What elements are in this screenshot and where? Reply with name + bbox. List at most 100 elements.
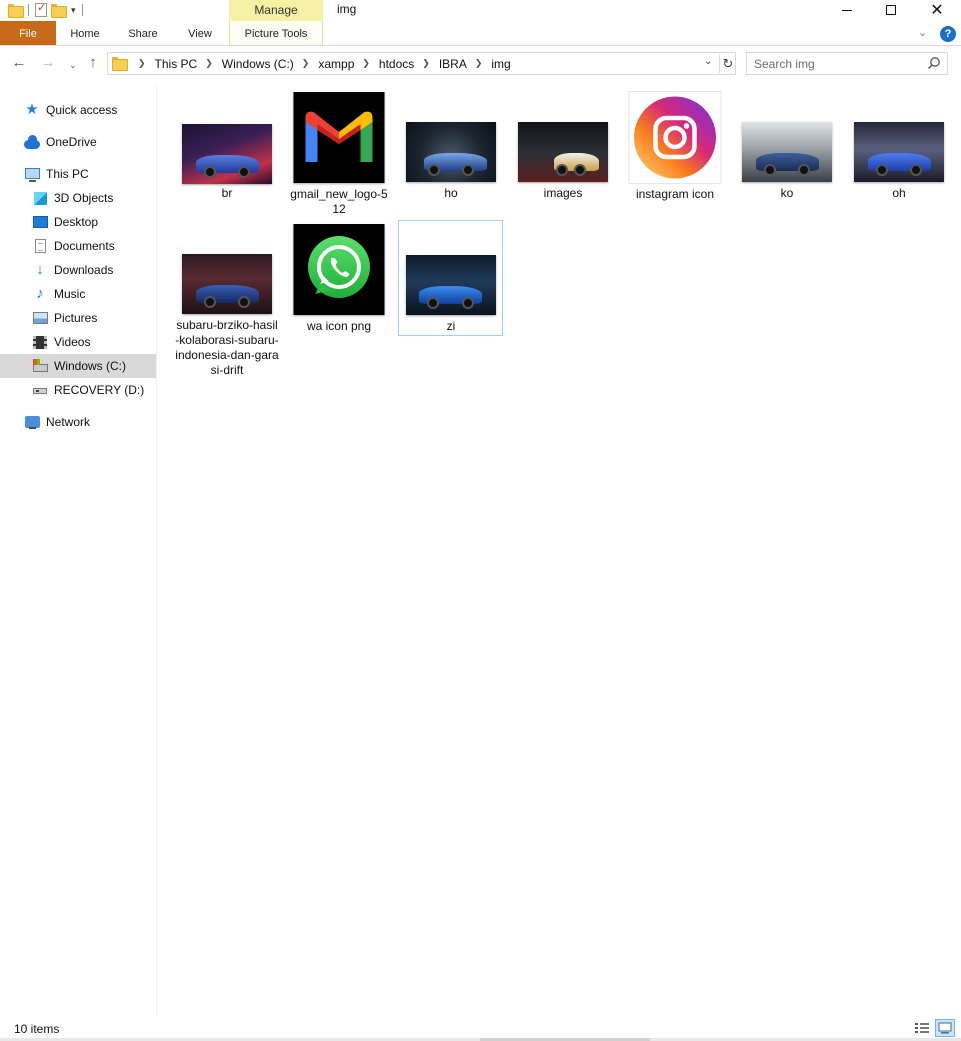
manage-contextual-tab[interactable]: Manage [229,0,323,21]
gmail-logo-thumbnail [293,92,385,183]
sidebar-item-label: Windows (C:) [54,359,127,373]
file-item[interactable]: gmail_new_logo-512 [287,92,391,222]
videos-icon [32,334,48,350]
forward-arrow-icon[interactable]: → [39,55,57,71]
breadcrumb-separator-icon[interactable]: ❯ [422,58,430,69]
search-icon[interactable] [927,56,941,70]
sidebar-item-label: RECOVERY (D:) [54,383,145,397]
minimize-button[interactable] [824,0,870,20]
search-input[interactable] [747,53,925,74]
sidebar-item-pictures[interactable]: Pictures [0,306,156,330]
drive-icon [32,358,48,374]
sidebar-item-label: 3D Objects [54,191,114,205]
sidebar-item-label: Pictures [54,311,98,325]
sidebar-item-recovery-d[interactable]: RECOVERY (D:) [0,378,156,402]
sidebar-item-downloads[interactable]: ↓ Downloads [0,258,156,282]
breadcrumb-separator-icon[interactable]: ❯ [205,58,213,69]
window-title: img [337,2,357,16]
file-item[interactable]: oh [847,92,951,204]
sidebar-item-windows-c[interactable]: Windows (C:) [0,354,156,378]
breadcrumb-separator-icon[interactable]: ❯ [302,58,310,69]
desktop-icon [32,214,48,230]
breadcrumb-item[interactable]: img [491,57,510,71]
close-icon: ✕ [930,2,944,19]
navigation-bar: ← → ⌄ ↑ ❯ This PC ❯ Windows (C:) ❯ xampp… [0,47,961,81]
sidebar-item-quick-access[interactable]: ★ Quick access [0,98,156,122]
breadcrumb-item[interactable]: xampp [318,57,354,71]
tab-view[interactable]: View [178,21,222,45]
address-history-chevron-icon[interactable]: ⌄ [704,56,712,67]
address-bar[interactable]: ❯ This PC ❯ Windows (C:) ❯ xampp ❯ htdoc… [107,52,736,75]
file-item[interactable]: ko [735,92,839,204]
refresh-icon[interactable]: ↻ [719,54,736,73]
breadcrumb-item[interactable]: This PC [155,57,198,71]
file-item[interactable]: br [175,92,279,204]
file-item[interactable]: images [511,92,615,204]
breadcrumb-item[interactable]: htdocs [379,57,414,71]
instagram-logo-thumbnail [629,92,721,183]
title-bar: ▾ Manage img ✕ [0,0,961,21]
large-icons-view-icon[interactable] [935,1019,955,1037]
sidebar-item-network[interactable]: Network [0,410,156,434]
tab-share[interactable]: Share [120,21,166,45]
tab-home[interactable]: Home [60,21,110,45]
search-box[interactable] [746,52,948,75]
maximize-button[interactable] [868,0,914,20]
navigation-pane: ★ Quick access OneDrive This PC 3D Objec… [0,86,157,1016]
car-photo-thumbnail [742,122,832,182]
expand-ribbon-chevron-icon[interactable]: ⌄ [918,26,927,39]
car-photo-thumbnail [182,254,272,314]
breadcrumb-item[interactable]: Windows (C:) [222,57,294,71]
tab-file[interactable]: File [0,21,56,45]
sidebar-item-desktop[interactable]: Desktop [0,210,156,234]
star-icon: ★ [25,101,39,118]
computer-icon [24,166,40,182]
close-button[interactable]: ✕ [914,0,960,20]
sidebar-item-this-pc[interactable]: This PC [0,162,156,186]
car-photo-thumbnail [854,122,944,182]
up-arrow-icon[interactable]: ↑ [84,55,102,71]
sidebar-item-videos[interactable]: Videos [0,330,156,354]
properties-icon[interactable] [35,1,47,17]
file-name: ho [444,186,458,200]
quick-access-toolbar: ▾ [8,0,85,20]
file-item[interactable]: ho [399,92,503,204]
breadcrumb-item[interactable]: IBRA [439,57,467,71]
network-icon [24,414,40,430]
toolbar-divider [81,4,83,16]
document-icon [32,238,48,254]
file-name: wa icon png [306,319,372,333]
file-name: oh [892,186,906,200]
whatsapp-logo-thumbnail [293,224,385,315]
download-icon: ↓ [36,261,44,278]
sidebar-item-label: This PC [46,167,89,181]
drive-icon [32,382,48,398]
details-view-icon[interactable] [913,1020,931,1036]
sidebar-item-onedrive[interactable]: OneDrive [0,130,156,154]
breadcrumb-separator-icon[interactable]: ❯ [362,58,370,69]
tab-picture-tools[interactable]: Picture Tools [229,21,323,45]
customize-toolbar-chevron-icon[interactable]: ▾ [71,5,76,16]
file-item[interactable]: instagram icon [623,92,727,204]
breadcrumb-separator-icon[interactable]: ❯ [138,58,146,69]
folder-icon[interactable] [8,4,24,18]
file-item[interactable]: wa icon png [287,224,391,336]
file-name: instagram icon [635,187,715,201]
minimize-icon [842,9,852,11]
pictures-icon [32,310,48,326]
breadcrumb-separator-icon[interactable]: ❯ [475,58,483,69]
help-icon[interactable]: ? [940,26,956,42]
sidebar-item-music[interactable]: ♪ Music [0,282,156,306]
file-item[interactable]: zi [398,220,503,336]
back-arrow-icon[interactable]: ← [10,55,28,71]
new-folder-icon[interactable] [51,4,67,18]
music-icon: ♪ [36,285,44,302]
breadcrumb: ❯ This PC ❯ Windows (C:) ❯ xampp ❯ htdoc… [130,53,511,74]
file-item[interactable]: subaru-brziko-hasil-kolaborasi-subaru-in… [175,224,279,384]
sidebar-item-label: Desktop [54,215,99,229]
file-name: images [543,186,583,200]
file-list: br gmail_new_logo-512 ho images instagra… [158,86,961,1016]
recent-locations-chevron-icon[interactable]: ⌄ [64,57,82,73]
sidebar-item-documents[interactable]: Documents [0,234,156,258]
sidebar-item-3d-objects[interactable]: 3D Objects [0,186,156,210]
